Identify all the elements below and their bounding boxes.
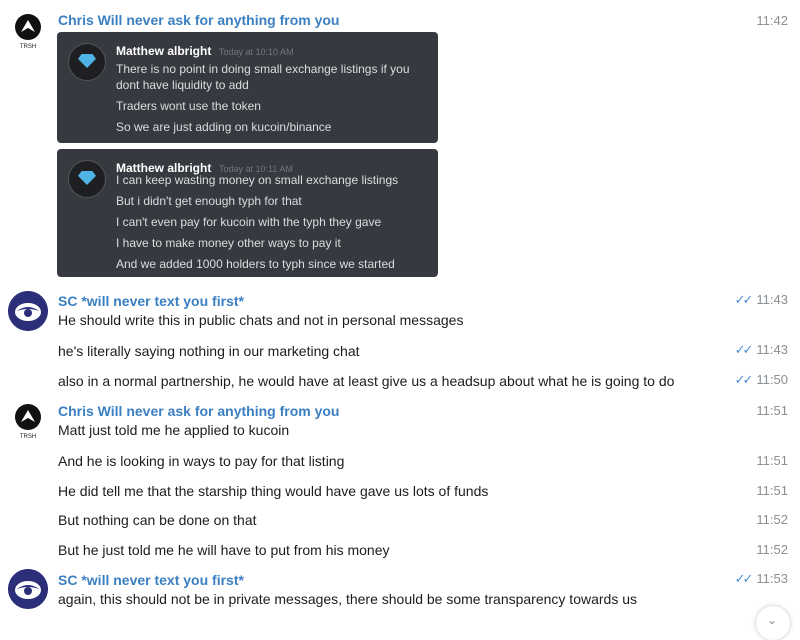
discord-timestamp: Today at 10:10 AM — [219, 47, 294, 57]
message-time: 11:52 — [756, 512, 788, 527]
sender-name[interactable]: Chris Will never ask for anything from y… — [58, 12, 339, 28]
avatar-chris[interactable]: TRSH — [8, 400, 48, 440]
scroll-down-button[interactable]: ⌄ — [756, 606, 790, 640]
message-text: And he is looking in ways to pay for tha… — [58, 453, 345, 469]
discord-line: I can't even pay for kucoin with the typ… — [116, 215, 382, 229]
sender-name[interactable]: SC *will never text you first* — [58, 572, 244, 588]
message-time: 11:52 — [756, 542, 788, 557]
message-time: 11:51 — [756, 483, 788, 498]
message-time: 11:51 — [756, 403, 788, 418]
message-text: But nothing can be done on that — [58, 512, 257, 528]
avatar-chris[interactable]: TRSH — [8, 10, 48, 50]
discord-line: I have to make money other ways to pay i… — [116, 236, 341, 250]
double-check-icon: ✓✓ — [734, 571, 754, 586]
message-time: ✓✓ 11:43 — [734, 342, 788, 357]
double-check-icon: ✓✓ — [734, 292, 754, 307]
message-time: ✓✓ 11:50 — [734, 372, 788, 387]
avatar-sc[interactable] — [8, 291, 48, 331]
message-time: 11:51 — [756, 453, 788, 468]
message-time: ✓✓ 11:53 — [734, 571, 788, 586]
message-text: also in a normal partnership, he would h… — [58, 373, 675, 389]
sender-name[interactable]: SC *will never text you first* — [58, 293, 244, 309]
discord-line: And we added 1000 holders to typh since … — [116, 257, 395, 271]
svg-text:TRSH: TRSH — [20, 434, 36, 440]
avatar-sc[interactable] — [8, 569, 48, 609]
message-text: He did tell me that the starship thing w… — [58, 483, 489, 499]
discord-line: But i didn't get enough typh for that — [116, 194, 302, 208]
double-check-icon: ✓✓ — [734, 372, 754, 387]
discord-line: I can keep wasting money on small exchan… — [116, 173, 399, 187]
discord-screenshot-1[interactable]: Matthew albright Today at 10:10 AM There… — [57, 32, 438, 143]
diamond-icon — [78, 171, 96, 185]
message-text: Matt just told me he applied to kucoin — [58, 422, 290, 438]
discord-line: dont have liquidity to add — [116, 78, 249, 92]
message-time: 11:42 — [756, 13, 788, 28]
message-text: again, this should not be in private mes… — [58, 591, 637, 607]
discord-avatar — [68, 160, 106, 198]
discord-line: So we are just adding on kucoin/binance — [116, 120, 332, 134]
discord-avatar — [68, 43, 106, 81]
message-text: But he just told me he will have to put … — [58, 542, 390, 558]
sender-name[interactable]: Chris Will never ask for anything from y… — [58, 403, 339, 419]
message-text: he's literally saying nothing in our mar… — [58, 343, 360, 359]
svg-text:TRSH: TRSH — [20, 44, 36, 50]
diamond-icon — [78, 54, 96, 68]
discord-line: There is no point in doing small exchang… — [116, 62, 410, 76]
discord-screenshot-2[interactable]: Matthew albright Today at 10:11 AM I can… — [57, 149, 438, 277]
discord-author: Matthew albright — [116, 44, 212, 58]
discord-line: Traders wont use the token — [116, 99, 261, 113]
double-check-icon: ✓✓ — [734, 342, 754, 357]
message-time: ✓✓ 11:43 — [734, 292, 788, 307]
message-text: He should write this in public chats and… — [58, 312, 464, 328]
